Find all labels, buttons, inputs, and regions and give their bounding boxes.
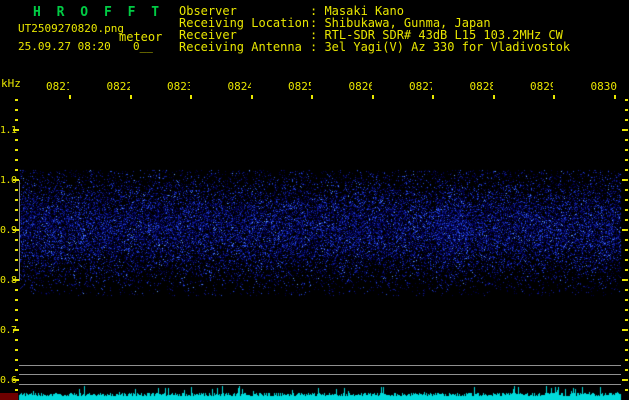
app-title: H R O F F T <box>33 5 164 20</box>
freq-tick-major <box>13 329 19 331</box>
time-tick <box>250 95 253 99</box>
freq-tick-minor <box>15 99 18 101</box>
freq-tick-minor <box>15 269 18 271</box>
freq-tick-minor <box>15 369 18 371</box>
freq-tick-minor <box>15 219 18 221</box>
time-tick <box>553 95 555 99</box>
freq-tick-minor <box>15 239 18 241</box>
time-tick-label: 0826 <box>348 81 372 93</box>
spectrogram-canvas <box>0 0 629 400</box>
freq-tick-minor <box>625 269 628 271</box>
freq-tick-minor <box>625 189 628 191</box>
freq-tick-minor <box>625 249 628 251</box>
info-label: Receiving Antenna <box>179 40 302 54</box>
freq-tick-minor <box>15 209 18 211</box>
station-info: Observer: Masaki Kano Receiving Location:… <box>179 5 629 53</box>
freq-tick-minor <box>15 359 18 361</box>
freq-tick-minor <box>625 159 628 161</box>
freq-tick-minor <box>15 119 18 121</box>
time-tick <box>371 95 374 99</box>
freq-tick-minor <box>625 149 628 151</box>
separator-line <box>19 374 621 375</box>
info-row: Receiving Antenna : 3el Yagi(V) Az 330 fo… <box>179 41 629 53</box>
freq-tick-minor <box>15 289 18 291</box>
freq-tick-minor <box>625 339 628 341</box>
freq-tick-major <box>13 379 19 381</box>
freq-tick-major <box>13 229 19 231</box>
time-tick-label: 0821 <box>46 81 69 93</box>
separator-line <box>19 384 621 385</box>
time-tick-label: 0828 <box>469 81 493 93</box>
freq-tick-minor <box>15 259 18 261</box>
freq-tick-minor <box>15 159 18 161</box>
freq-tick-minor <box>15 149 18 151</box>
freq-tick-minor <box>625 359 628 361</box>
time-tick <box>69 95 71 99</box>
time-tick-label: 0823 <box>167 81 190 93</box>
freq-tick-minor <box>625 99 628 101</box>
freq-tick-major <box>622 379 628 381</box>
freq-tick-minor <box>625 259 628 261</box>
time-tick-label: 0822 <box>106 81 130 93</box>
freq-tick-minor <box>625 119 628 121</box>
time-tick-label: 0829 <box>530 81 553 93</box>
freq-tick-major <box>622 279 628 281</box>
corner-level-block <box>0 393 18 400</box>
time-tick <box>190 95 192 99</box>
freq-tick-minor <box>625 139 628 141</box>
freq-tick-major <box>13 179 19 181</box>
echo-counter: 0__ <box>133 40 153 53</box>
freq-tick-minor <box>625 239 628 241</box>
freq-tick-minor <box>15 319 18 321</box>
freq-tick-major <box>13 129 19 131</box>
time-tick-label: 0825 <box>288 81 311 93</box>
noise-band-edge-line <box>19 180 20 281</box>
freq-tick-minor <box>15 199 18 201</box>
output-filename: UT2509270820.png <box>18 22 124 35</box>
freq-tick-minor <box>15 139 18 141</box>
time-tick <box>492 95 495 99</box>
freq-tick-minor <box>625 209 628 211</box>
freq-tick-minor <box>625 309 628 311</box>
freq-tick-minor <box>625 349 628 351</box>
freq-tick-major <box>622 329 628 331</box>
freq-tick-minor <box>625 219 628 221</box>
freq-tick-major <box>622 229 628 231</box>
freq-tick-minor <box>15 169 18 171</box>
freq-tick-minor <box>625 289 628 291</box>
freq-tick-minor <box>625 169 628 171</box>
time-tick <box>311 95 313 99</box>
freq-tick-minor <box>625 299 628 301</box>
observation-datetime: 25.09.27 08:20 <box>18 40 111 53</box>
freq-tick-minor <box>625 109 628 111</box>
freq-tick-minor <box>625 319 628 321</box>
freq-axis-unit-label: kHz <box>1 77 21 90</box>
separator-line <box>19 365 621 366</box>
time-tick <box>129 95 132 99</box>
freq-tick-minor <box>15 189 18 191</box>
freq-tick-major <box>622 179 628 181</box>
time-tick-label: 0827 <box>409 81 432 93</box>
freq-tick-minor <box>625 389 628 391</box>
freq-tick-minor <box>15 389 18 391</box>
freq-tick-major <box>13 279 19 281</box>
freq-tick-minor <box>625 369 628 371</box>
time-tick <box>613 95 616 99</box>
time-tick <box>432 95 434 99</box>
freq-tick-minor <box>15 109 18 111</box>
freq-tick-major <box>622 129 628 131</box>
info-value: : 3el Yagi(V) Az 330 for Vladivostok <box>310 40 571 54</box>
hrofft-screen: H R O F F T UT2509270820.png meteor 25.0… <box>0 0 629 400</box>
freq-tick-minor <box>15 299 18 301</box>
time-tick-label: 0830 <box>590 81 618 93</box>
freq-tick-minor <box>15 249 18 251</box>
freq-tick-minor <box>625 199 628 201</box>
freq-tick-minor <box>15 309 18 311</box>
freq-tick-minor <box>15 339 18 341</box>
time-tick-label: 0824 <box>227 81 251 93</box>
freq-tick-minor <box>15 349 18 351</box>
